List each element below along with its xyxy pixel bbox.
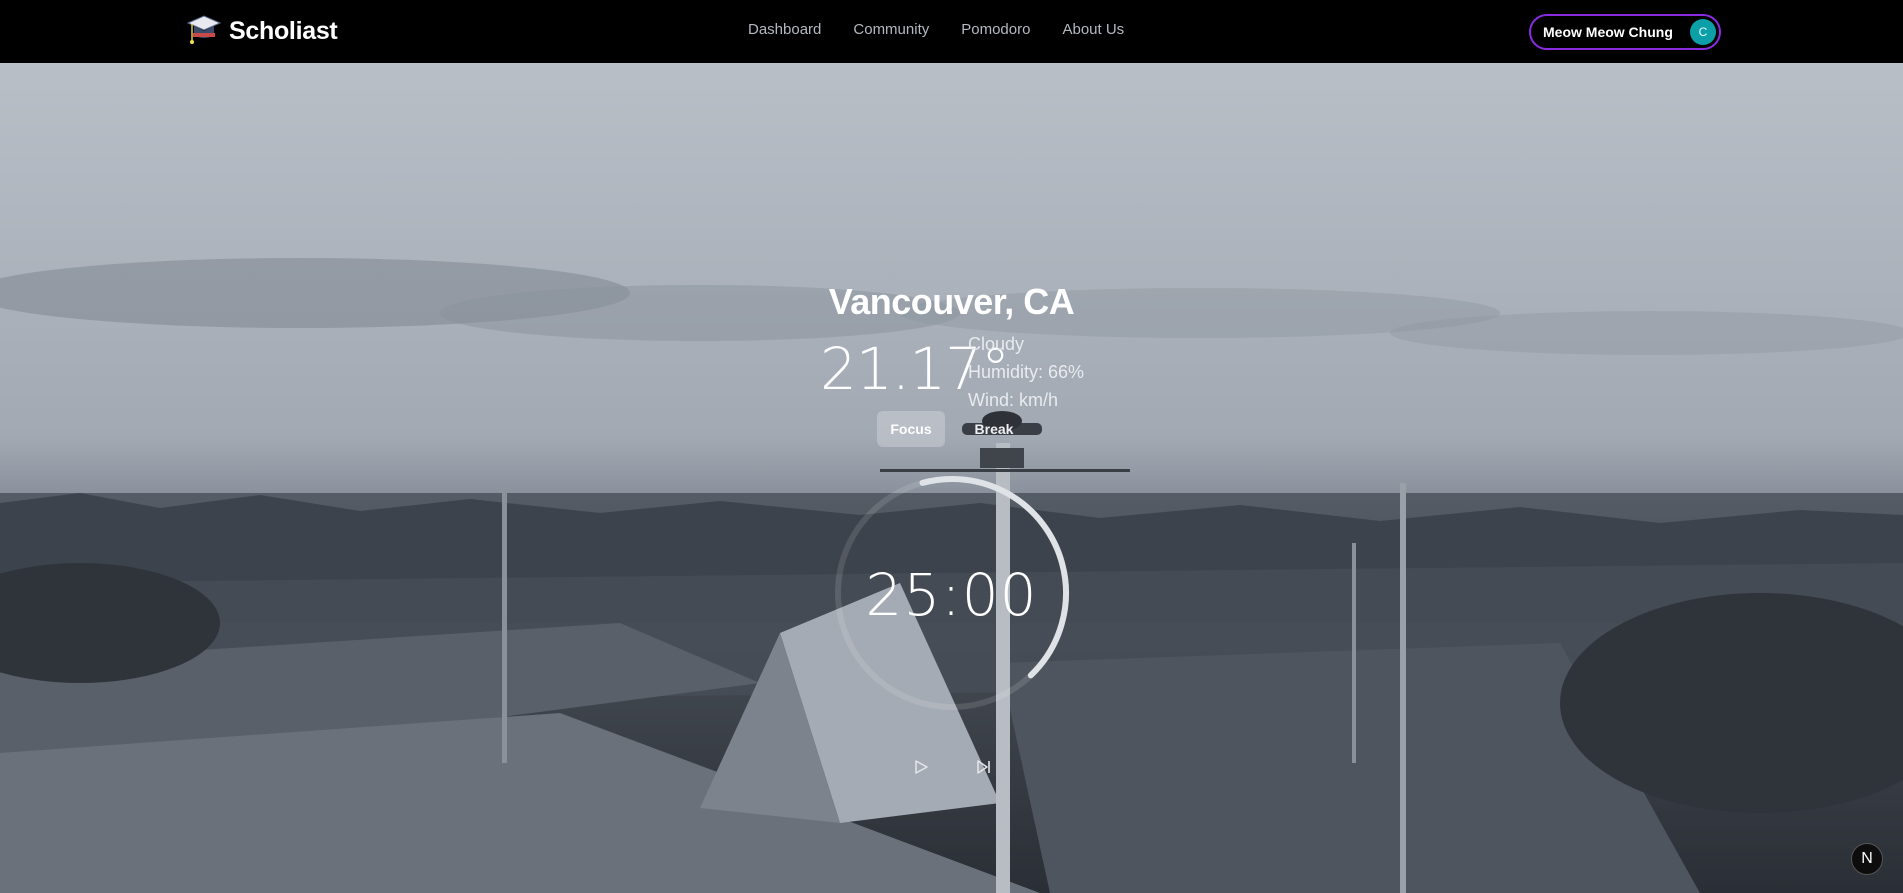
user-menu-button[interactable]: Meow Meow Chung C — [1529, 14, 1721, 50]
play-button[interactable] — [909, 755, 933, 779]
avatar: C — [1690, 19, 1716, 45]
main-nav: Dashboard Community Pomodoro About Us — [748, 21, 1124, 38]
weather-humidity: Humidity: 66% — [968, 362, 1085, 382]
nav-pomodoro[interactable]: Pomodoro — [961, 21, 1030, 38]
focus-mode-button[interactable]: Focus — [877, 411, 945, 447]
brand[interactable]: Scholiast — [184, 11, 338, 51]
break-mode-button[interactable]: Break — [962, 411, 1026, 447]
nav-about-us[interactable]: About Us — [1062, 21, 1124, 38]
skip-forward-icon — [977, 760, 990, 774]
skip-button[interactable] — [972, 755, 996, 779]
play-icon — [915, 760, 928, 774]
weather-city: Vancouver, CA — [828, 281, 1075, 322]
user-name: Meow Meow Chung — [1543, 24, 1673, 40]
nav-dashboard[interactable]: Dashboard — [748, 21, 821, 38]
top-navbar: Scholiast Dashboard Community Pomodoro A… — [0, 0, 1903, 63]
weather-details: Cloudy Humidity: 66% Wind: km/h — [968, 330, 1084, 414]
timer-display: 25:00 — [865, 561, 1038, 629]
nav-community[interactable]: Community — [853, 21, 929, 38]
weather-condition: Cloudy — [968, 334, 1025, 354]
brand-name: Scholiast — [229, 16, 338, 45]
graduation-cap-icon — [186, 15, 222, 44]
weather-wind: Wind: km/h — [968, 390, 1059, 410]
n-badge[interactable]: N — [1851, 843, 1883, 875]
